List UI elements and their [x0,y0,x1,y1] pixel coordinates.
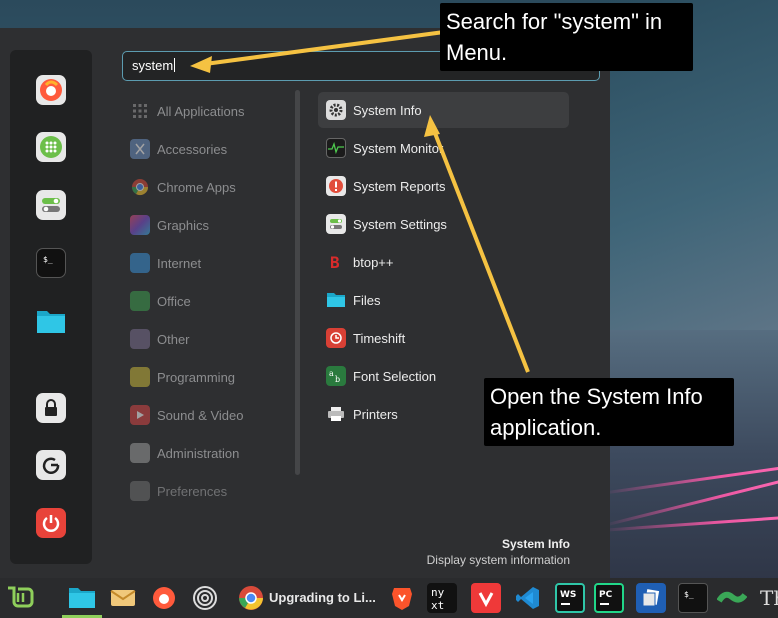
callout-search: Search for "system" in Menu. [440,3,693,71]
vscode-icon[interactable] [513,583,543,613]
taskbar-window-title[interactable]: Upgrading to Li... [269,590,376,605]
brave-icon[interactable] [387,583,417,613]
mint-menu-icon[interactable] [5,583,35,613]
taskbar: Upgrading to Li... nyxt WS PC $_ Th [0,578,778,618]
circles-icon[interactable] [190,583,220,613]
virtualbox-icon[interactable] [636,583,666,613]
svg-text:PC: PC [599,590,613,600]
svg-text:Th: Th [760,587,778,609]
chrome-icon[interactable] [236,583,266,613]
annotation-arrows [190,30,530,373]
webstorm-icon[interactable]: WS [555,583,585,613]
svg-text:ny: ny [431,586,445,599]
callout-open: Open the System Info application. [484,378,734,446]
terminal-icon[interactable]: $_ [678,583,708,613]
vivaldi-icon[interactable] [471,583,501,613]
mintupdate-icon[interactable] [717,583,747,613]
svg-text:$_: $_ [684,590,694,599]
files-icon[interactable] [66,583,98,613]
mail-icon[interactable] [108,583,138,613]
nyxt-icon[interactable]: ny xt [427,583,457,613]
svg-text:WS: WS [560,590,576,600]
pycharm-icon[interactable]: PC [594,583,624,613]
truncated-taskbar-icon[interactable]: Th [758,583,778,613]
firefox-icon[interactable] [149,583,179,613]
svg-text:xt: xt [431,599,444,612]
